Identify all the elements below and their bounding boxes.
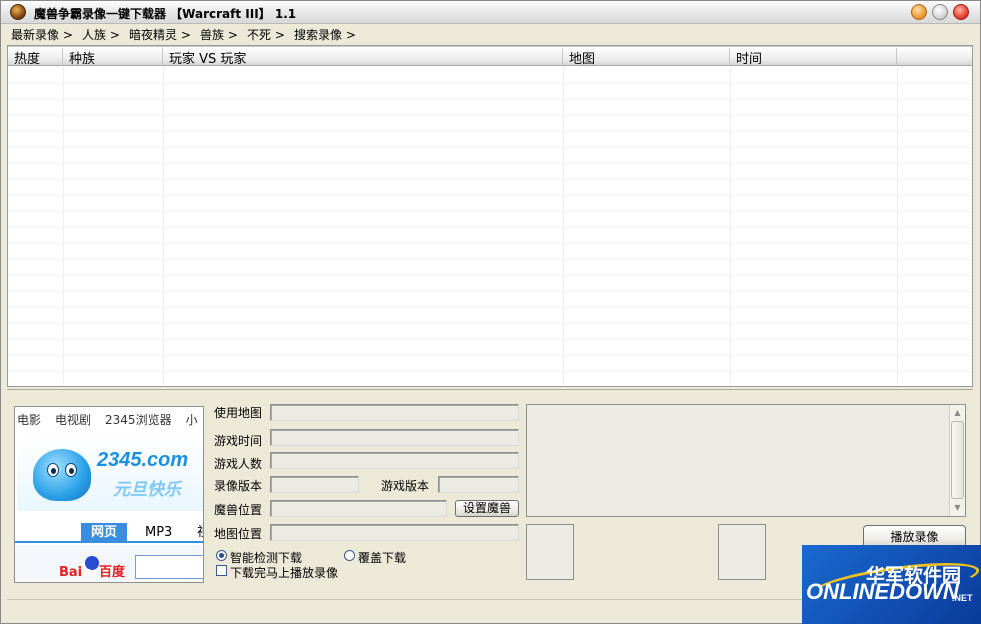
race-portrait-left xyxy=(526,524,574,580)
ad-slogan: 元旦快乐 xyxy=(113,480,181,500)
ad-search-tab-video[interactable]: 视 xyxy=(187,523,203,543)
race-portrait-right xyxy=(718,524,766,580)
maximize-button[interactable] xyxy=(932,4,948,20)
map-location-label: 地图位置 xyxy=(214,527,263,541)
wc3-location-label: 魔兽位置 xyxy=(214,503,263,517)
column-players[interactable]: 玩家 VS 玩家 xyxy=(163,48,563,67)
row-gridline xyxy=(8,131,972,132)
octopus-mascot-icon xyxy=(33,449,91,501)
row-gridline xyxy=(8,163,972,164)
players-label: 游戏人数 xyxy=(214,457,263,471)
baidu-paw-icon xyxy=(85,556,99,570)
row-gridline xyxy=(8,211,972,212)
replay-version-label: 录像版本 xyxy=(214,479,263,493)
list-header: 热度 种族 玩家 VS 玩家 地图 时间 xyxy=(8,46,972,67)
mascot-eye-icon xyxy=(47,463,59,477)
ad-tab-tv[interactable]: 电视剧 xyxy=(55,413,91,427)
onlinedown-watermark: 华军软件园 ONLINEDOWN .NET xyxy=(802,545,981,624)
play-after-download-checkbox[interactable] xyxy=(216,565,227,576)
title-bar[interactable]: 魔兽争霸录像一键下载器 【Warcraft III】 1.1 xyxy=(1,1,980,24)
ad-search-tab-mp3[interactable]: MP3 xyxy=(135,523,182,543)
game-version-field[interactable] xyxy=(438,476,519,493)
column-race[interactable]: 种族 xyxy=(63,48,163,67)
game-version-label: 游戏版本 xyxy=(381,479,430,493)
menu-latest-replays[interactable]: 最新录像 > xyxy=(11,26,73,43)
row-gridline xyxy=(8,291,972,292)
row-gridline xyxy=(8,243,972,244)
ad-banner[interactable]: 2345.com 元旦快乐 xyxy=(17,435,203,511)
ad-search-tab-web[interactable]: 网页 xyxy=(81,523,128,543)
row-gridline xyxy=(8,83,972,84)
watermark-en: ONLINEDOWN xyxy=(806,579,959,604)
warcraft-app-icon xyxy=(10,4,26,20)
row-gridline xyxy=(8,323,972,324)
minimize-button[interactable] xyxy=(911,4,927,20)
scroll-down-arrow-icon[interactable]: ▼ xyxy=(952,501,963,515)
row-gridline xyxy=(8,227,972,228)
map-location-field[interactable] xyxy=(270,524,519,541)
scroll-up-arrow-icon[interactable]: ▲ xyxy=(952,406,963,420)
menu-bar: 最新录像 > 人族 > 暗夜精灵 > 兽族 > 不死 > 搜索录像 > xyxy=(1,24,980,44)
row-gridline xyxy=(8,195,972,196)
row-gridline xyxy=(8,307,972,308)
replay-info-textarea[interactable]: ▲ ▼ xyxy=(526,404,966,517)
watermark-net: .NET xyxy=(952,593,973,603)
column-popularity[interactable]: 热度 xyxy=(8,48,63,67)
game-time-label: 游戏时间 xyxy=(214,434,263,448)
menu-night-elf[interactable]: 暗夜精灵 > xyxy=(129,26,191,43)
menu-search-replays[interactable]: 搜索录像 > xyxy=(294,26,356,43)
ad-tab-more[interactable]: 小 xyxy=(186,413,198,427)
overwrite-label: 覆盖下载 xyxy=(358,551,407,565)
replay-list[interactable]: 热度 种族 玩家 VS 玩家 地图 时间 xyxy=(7,45,973,387)
app-window: 魔兽争霸录像一键下载器 【Warcraft III】 1.1 最新录像 > 人族… xyxy=(0,0,981,624)
mascot-eye-icon xyxy=(65,463,77,477)
row-gridline xyxy=(8,371,972,372)
baidu-search: Bai du 百度 xyxy=(15,545,203,582)
row-gridline xyxy=(8,179,972,180)
menu-human[interactable]: 人族 > xyxy=(82,26,120,43)
ad-logo: 2345.com xyxy=(97,449,189,471)
map-used-field[interactable] xyxy=(270,404,519,421)
ad-search-tabs: 网页 MP3 视 xyxy=(15,523,203,543)
replay-version-field[interactable] xyxy=(270,476,359,493)
set-wc3-button[interactable]: 设置魔兽 xyxy=(455,500,519,517)
info-scrollbar[interactable]: ▲ ▼ xyxy=(949,405,965,516)
smart-detect-radio[interactable] xyxy=(216,550,227,561)
close-button[interactable] xyxy=(953,4,969,20)
embedded-browser-ad[interactable]: 电影电视剧 2345浏览器小 2345.com 元旦快乐 网页 MP3 视 Bai… xyxy=(14,406,204,583)
row-gridline xyxy=(8,115,972,116)
menu-orc[interactable]: 兽族 > xyxy=(200,26,238,43)
column-map[interactable]: 地图 xyxy=(563,48,730,67)
baidu-search-input[interactable] xyxy=(135,555,203,579)
row-gridline xyxy=(8,355,972,356)
ad-nav: 电影 电视剧 2345浏览器小 xyxy=(17,411,203,428)
row-gridline xyxy=(8,339,972,340)
column-time[interactable]: 时间 xyxy=(730,48,897,67)
window-title: 魔兽争霸录像一键下载器 【Warcraft III】 1.1 xyxy=(34,7,297,21)
overwrite-radio[interactable] xyxy=(344,550,355,561)
ad-tab-movies[interactable]: 电影 xyxy=(17,413,41,427)
row-gridline xyxy=(8,259,972,260)
play-after-download-label: 下载完马上播放录像 xyxy=(230,566,339,580)
row-gridline xyxy=(8,147,972,148)
row-gridline xyxy=(8,99,972,100)
menu-undead[interactable]: 不死 > xyxy=(247,26,285,43)
ad-tab-browser[interactable]: 2345浏览器 xyxy=(105,413,172,427)
wc3-location-field[interactable] xyxy=(270,500,447,517)
game-time-field[interactable] xyxy=(270,429,519,446)
players-field[interactable] xyxy=(270,452,519,469)
map-used-label: 使用地图 xyxy=(214,406,263,420)
scroll-thumb[interactable] xyxy=(951,421,964,499)
row-gridline xyxy=(8,275,972,276)
